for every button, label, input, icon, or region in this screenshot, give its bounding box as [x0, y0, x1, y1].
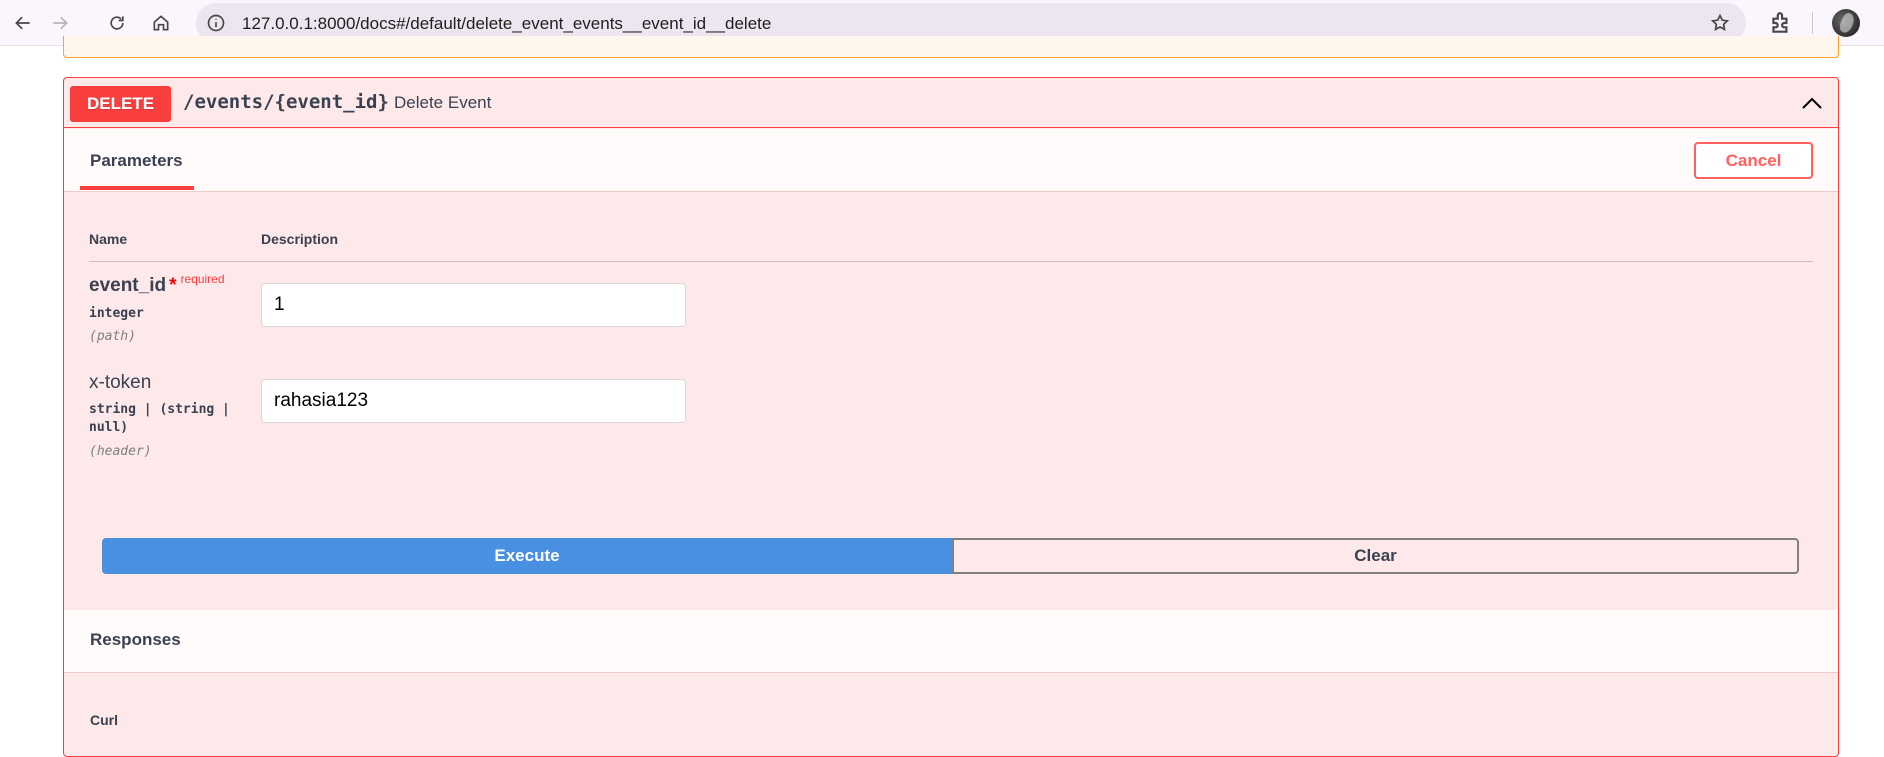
param-name-x-token: x-token [89, 372, 152, 393]
url-text[interactable]: 127.0.0.1:8000/docs#/default/delete_even… [242, 14, 771, 34]
param-name-event-id: event_id * required [89, 272, 225, 297]
arrow-left-icon [15, 16, 30, 30]
param-type-line: string | (string | [89, 402, 230, 417]
operation-path: /events/{event_id} [183, 91, 389, 113]
reload-button[interactable] [102, 8, 132, 38]
param-location-x-token: (header) [89, 444, 152, 459]
responses-header: Responses [64, 610, 1838, 673]
star-icon[interactable] [1710, 13, 1730, 33]
param-location-event-id: (path) [89, 329, 136, 344]
execute-button[interactable]: Execute [102, 538, 952, 574]
clear-button[interactable]: Clear [952, 538, 1799, 574]
reload-icon [110, 16, 124, 30]
chevron-up-icon[interactable] [1800, 91, 1824, 115]
tab-parameters[interactable]: Parameters [90, 151, 183, 171]
param-name-text: event_id [89, 275, 167, 296]
param-type-line: null) [89, 420, 129, 435]
method-badge: DELETE [70, 86, 171, 122]
required-label: required [180, 272, 225, 286]
param-type-x-token: string | (string | null) [89, 401, 249, 437]
cancel-button[interactable]: Cancel [1694, 142, 1813, 179]
home-icon [153, 15, 169, 31]
operation-summary-text: Delete Event [394, 93, 492, 112]
puzzle-icon[interactable] [1768, 10, 1794, 36]
column-header-name: Name [89, 231, 128, 247]
arrow-right-icon [53, 16, 68, 30]
responses-title: Responses [90, 630, 181, 649]
delete-operation-block: DELETE /events/{event_id} Delete Event P… [63, 77, 1839, 757]
toolbar-divider [1812, 12, 1813, 34]
curl-label: Curl [90, 712, 118, 728]
info-icon[interactable] [206, 13, 226, 33]
back-button[interactable] [8, 8, 38, 38]
required-star: * [169, 275, 177, 296]
parameters-header: Parameters Cancel [64, 129, 1838, 192]
execute-button-group: Execute Clear [102, 538, 1799, 574]
event-id-input[interactable] [261, 283, 686, 327]
tab-active-indicator [80, 186, 194, 190]
table-header-divider [89, 261, 1813, 262]
previous-operation-block [63, 36, 1839, 58]
forward-button[interactable] [45, 8, 75, 38]
param-type-event-id: integer [89, 306, 144, 321]
home-button[interactable] [146, 8, 176, 38]
operation-summary[interactable]: DELETE /events/{event_id} Delete Event [64, 78, 1838, 128]
profile-avatar[interactable] [1832, 9, 1860, 37]
x-token-input[interactable] [261, 379, 686, 423]
column-header-description: Description [261, 231, 339, 247]
